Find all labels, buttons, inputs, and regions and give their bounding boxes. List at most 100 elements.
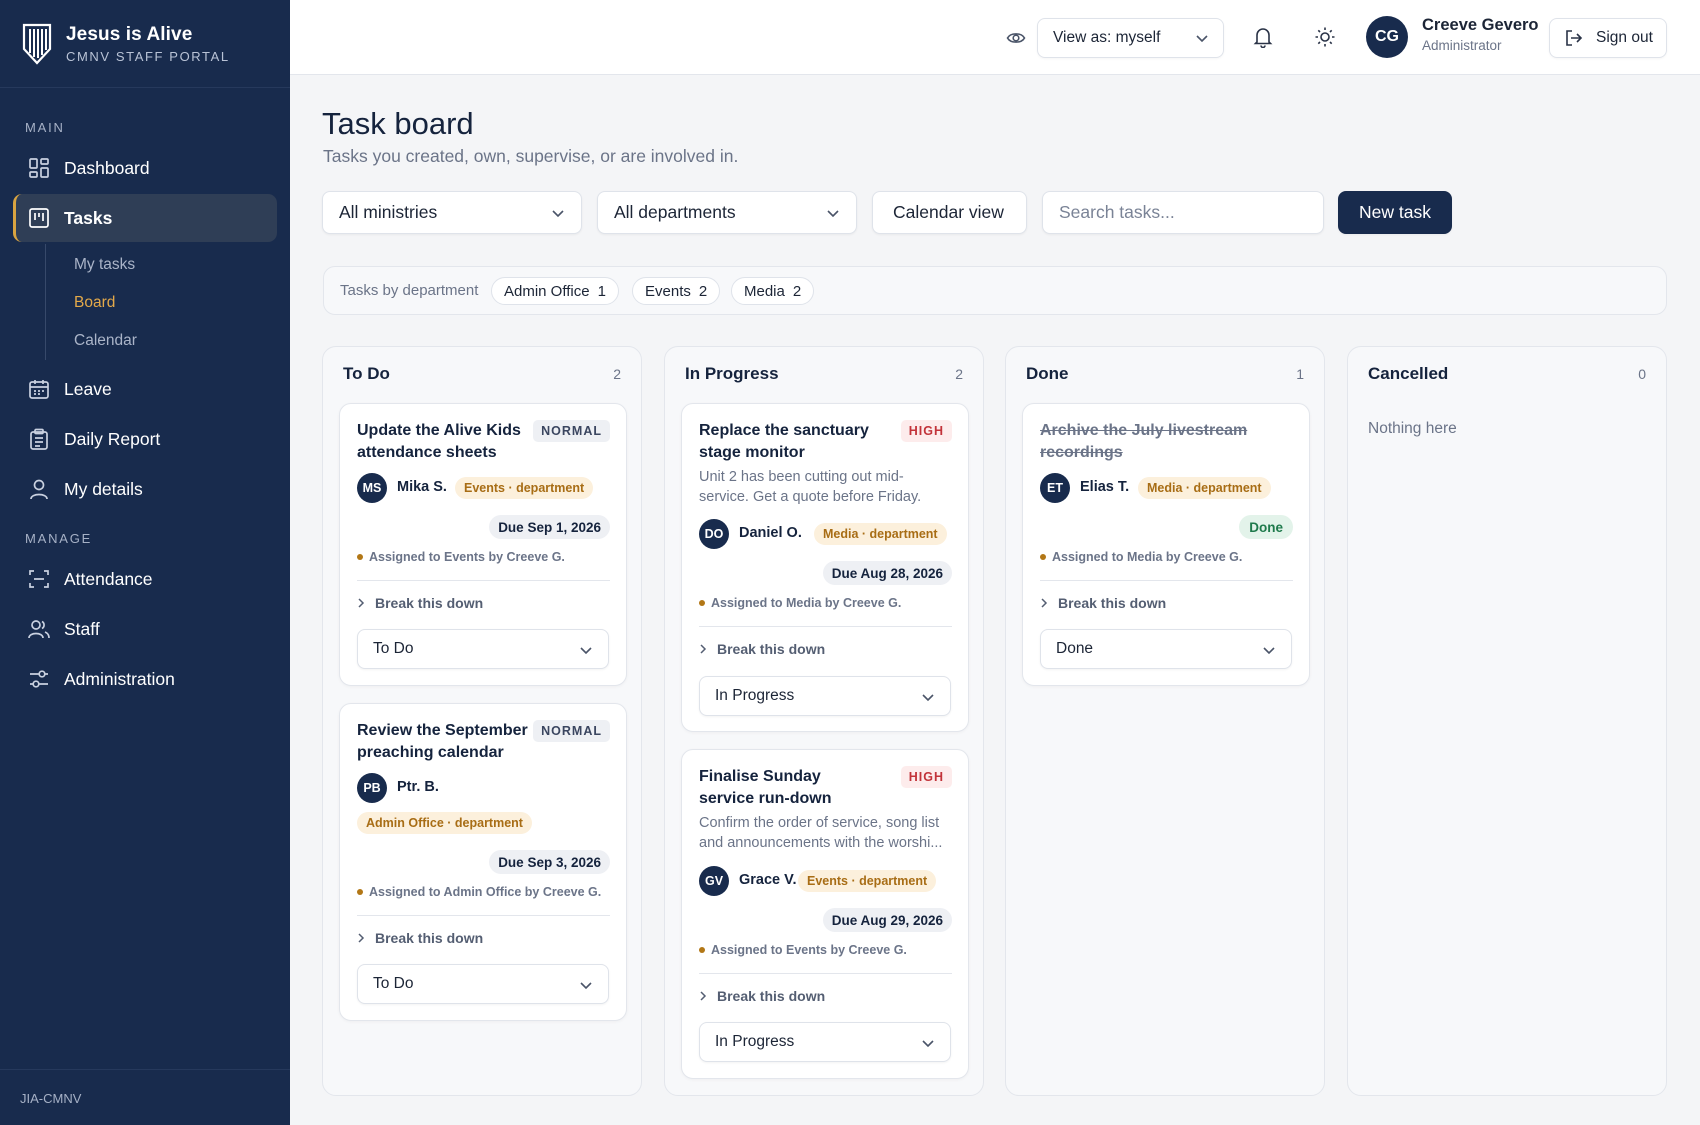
search-input[interactable]: Search tasks... [1042, 191, 1324, 234]
priority-badge: HIGH [900, 420, 952, 442]
sidebar-footer: JIA-CMNV [0, 1069, 290, 1125]
chip-count: 2 [792, 282, 802, 300]
task-card[interactable]: Finalise Sunday service run-down HIGH Co… [681, 749, 969, 1079]
department-badge: Media · department [1138, 477, 1271, 499]
break-down-toggle[interactable]: Break this down [1040, 595, 1166, 611]
ministry-select-value: All ministries [339, 202, 438, 222]
divider [1040, 580, 1293, 581]
brand-title: Jesus is Alive [66, 23, 193, 45]
sidebar-item-tasks[interactable]: Tasks [13, 194, 277, 242]
sidebar-item-my-details[interactable]: My details [13, 465, 277, 513]
break-down-toggle[interactable]: Break this down [699, 641, 825, 657]
assigned-text: Assigned to Media by Creeve G. [711, 596, 902, 610]
user-avatar[interactable]: CG [1366, 16, 1408, 58]
assigned-text: Assigned to Media by Creeve G. [1052, 550, 1243, 564]
search-placeholder: Search tasks... [1059, 202, 1175, 222]
break-down-label: Break this down [375, 930, 484, 946]
dept-chip-events[interactable]: Events 2 [632, 277, 721, 305]
assigned-text: Assigned to Events by Creeve G. [711, 943, 907, 957]
break-down-toggle[interactable]: Break this down [699, 988, 825, 1004]
status-select[interactable]: To Do [357, 964, 609, 1004]
owner-avatar: PB [357, 773, 387, 803]
task-description: Unit 2 has been cutting out mid-service.… [699, 469, 922, 505]
task-title: Update the Alive Kids attendance sheets [357, 422, 521, 461]
users-icon [28, 618, 50, 640]
task-title: Review the September preaching calendar [357, 722, 528, 761]
status-select[interactable]: In Progress [699, 1022, 951, 1062]
assigned-note: Assigned to Events by Creeve G. [357, 550, 565, 564]
status-dot [699, 947, 705, 953]
assigned-note: Assigned to Admin Office by Creeve G. [357, 885, 601, 899]
due-date-badge: Due Sep 1, 2026 [489, 515, 610, 539]
sidebar-item-label: My details [64, 478, 143, 499]
shield-logo-icon [22, 23, 52, 65]
subnav-item-calendar[interactable]: Calendar [74, 332, 137, 350]
break-down-label: Break this down [1058, 595, 1167, 611]
divider [699, 626, 952, 627]
chevron-right-icon [700, 644, 707, 654]
break-down-label: Break this down [375, 595, 484, 611]
new-task-label: New task [1359, 202, 1431, 222]
status-select[interactable]: In Progress [699, 676, 951, 716]
task-card[interactable]: Update the Alive Kids attendance sheets … [339, 403, 627, 686]
owner-avatar: DO [699, 519, 729, 549]
column-done: Done 1 Archive the July livestream recor… [1005, 346, 1325, 1096]
break-down-toggle[interactable]: Break this down [357, 595, 483, 611]
owner-name: Ptr. B. [397, 779, 439, 795]
chip-count: 2 [698, 282, 708, 300]
chip-count: 1 [597, 282, 606, 300]
sign-out-button[interactable]: Sign out [1549, 18, 1667, 58]
bell-icon[interactable] [1253, 26, 1273, 48]
view-as-select[interactable]: View as: myself [1037, 18, 1224, 58]
eye-icon[interactable] [1006, 28, 1026, 48]
priority-badge: NORMAL [533, 720, 610, 742]
status-dot [357, 554, 363, 560]
ministry-select[interactable]: All ministries [322, 191, 582, 234]
owner-name: Mika S. [397, 479, 447, 495]
sidebar-item-daily-report[interactable]: Daily Report [13, 415, 277, 463]
department-select[interactable]: All departments [597, 191, 857, 234]
divider [357, 915, 610, 916]
calendar-view-button[interactable]: Calendar view [872, 191, 1027, 234]
task-description: Confirm the order of service, song list … [699, 815, 943, 851]
sidebar-item-attendance[interactable]: Attendance [13, 555, 277, 603]
department-badge: Admin Office · department [357, 812, 532, 834]
chevron-right-icon [1041, 598, 1048, 608]
owner-avatar: ET [1040, 473, 1070, 503]
chevron-right-icon [358, 598, 365, 608]
sidebar-item-staff[interactable]: Staff [13, 605, 277, 653]
owner-avatar: MS [357, 473, 387, 503]
status-select[interactable]: To Do [357, 629, 609, 669]
brand-subtitle: CMNV STAFF PORTAL [66, 48, 230, 64]
column-title: In Progress [685, 364, 779, 383]
user-icon [28, 478, 50, 500]
sun-icon[interactable] [1314, 26, 1336, 48]
sidebar-item-dashboard[interactable]: Dashboard [13, 144, 277, 192]
user-role: Administrator [1422, 38, 1502, 53]
chevron-right-icon [358, 933, 365, 943]
sign-out-label: Sign out [1596, 29, 1653, 46]
status-value: In Progress [715, 1033, 795, 1050]
dept-chip-media[interactable]: Media 2 [731, 277, 815, 305]
brand[interactable]: Jesus is Alive CMNV STAFF PORTAL [0, 0, 290, 88]
task-card[interactable]: Archive the July livestream recordings E… [1022, 403, 1310, 686]
chevron-right-icon [700, 991, 707, 1001]
subnav-item-my-tasks[interactable]: My tasks [74, 256, 135, 274]
due-date-badge: Due Sep 3, 2026 [489, 850, 610, 874]
dept-chip-admin-office[interactable]: Admin Office 1 [491, 277, 619, 305]
break-down-label: Break this down [717, 988, 826, 1004]
sidebar-item-administration[interactable]: Administration [13, 655, 277, 703]
tasks-subnav: My tasks Board Calendar [45, 244, 137, 360]
due-date-badge: Due Aug 29, 2026 [822, 908, 952, 932]
subnav-item-board[interactable]: Board [74, 294, 115, 312]
break-down-toggle[interactable]: Break this down [357, 930, 483, 946]
kanban-icon [28, 207, 50, 229]
task-card[interactable]: Review the September preaching calendar … [339, 703, 627, 1021]
task-card[interactable]: Replace the sanctuary stage monitor HIGH… [681, 403, 969, 732]
column-title: To Do [343, 364, 390, 383]
column-title: Cancelled [1368, 364, 1449, 383]
new-task-button[interactable]: New task [1338, 191, 1452, 234]
sidebar-item-leave[interactable]: Leave [13, 365, 277, 413]
sidebar-item-label: Staff [64, 618, 100, 639]
status-select[interactable]: Done [1040, 629, 1292, 669]
